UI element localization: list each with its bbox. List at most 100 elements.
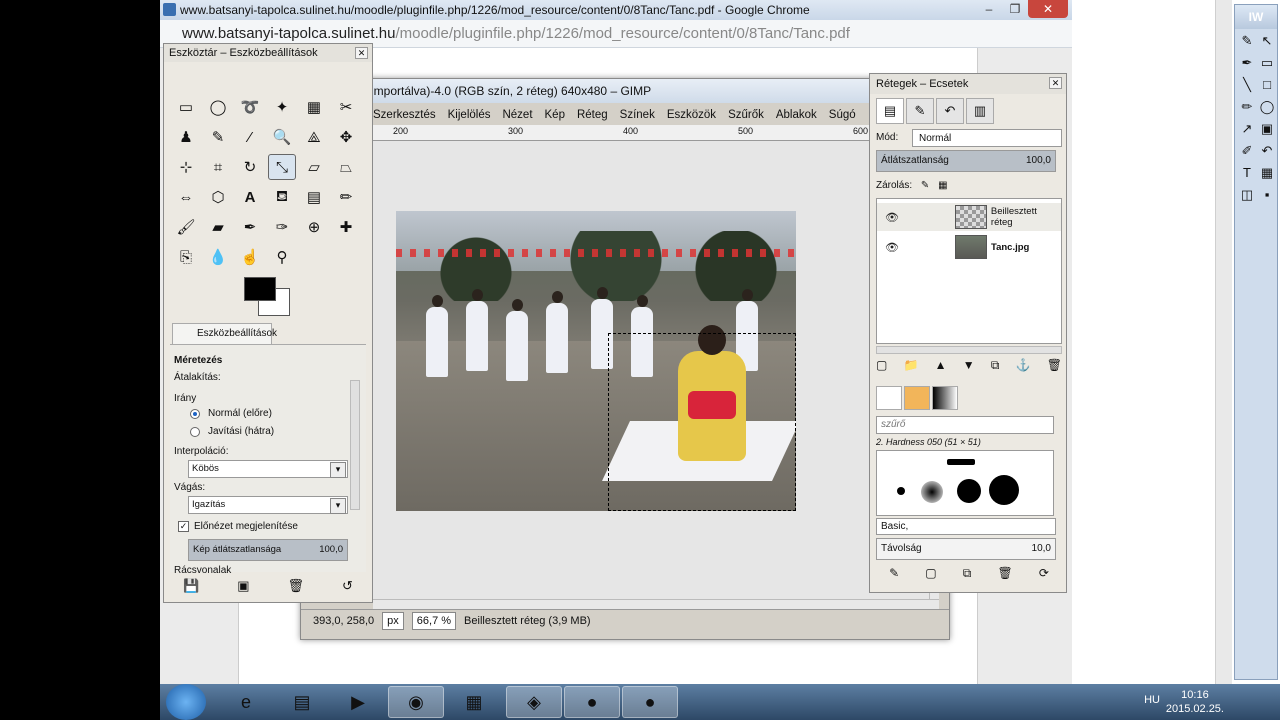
show-preview-checkbox[interactable]: ✓ [178, 521, 189, 532]
gradients-tab-icon[interactable] [932, 386, 958, 410]
ellipse-select-icon[interactable]: ◯ [204, 94, 232, 120]
pencil-icon[interactable]: ✏ [332, 184, 360, 210]
delete-layer-icon[interactable]: 🗑 [1047, 358, 1062, 378]
paths-icon[interactable]: ✎ [204, 124, 232, 150]
layer-row[interactable]: 👁 Beillesztett réteg [877, 203, 1061, 231]
gimp-menu-item[interactable]: Szűrők [728, 105, 764, 125]
visibility-eye-icon[interactable]: 👁 [885, 211, 903, 224]
reset-options-icon[interactable]: ↺ [342, 578, 353, 594]
undo-tab-icon[interactable]: ↶ [936, 98, 964, 124]
fill-icon[interactable]: ▣ [1257, 121, 1277, 143]
color-select-icon[interactable]: ▦ [300, 94, 328, 120]
mode-select[interactable]: Normál [912, 129, 1062, 147]
close-button[interactable]: ✕ [1028, 0, 1068, 18]
explorer-folder-icon[interactable]: ▤ [274, 686, 330, 718]
tool-options-scrollbar[interactable] [350, 380, 360, 510]
gimp-menu-item[interactable]: Ablakok [776, 105, 817, 125]
layer-row[interactable]: 👁 Tanc.jpg [877, 233, 1061, 261]
grid-icon[interactable]: ▦ [1257, 165, 1277, 187]
zoom-icon[interactable]: 🔍 [268, 124, 296, 150]
lasso-icon[interactable]: ➰ [236, 94, 264, 120]
gimp-menu-item[interactable]: Kijelölés [448, 105, 491, 125]
gimp-taskbar-icon[interactable]: ◈ [506, 686, 562, 718]
unit-select[interactable]: px [382, 611, 404, 630]
language-indicator[interactable]: HU [1144, 694, 1160, 706]
start-button[interactable] [166, 684, 206, 720]
visibility-eye-icon[interactable]: 👁 [885, 241, 903, 254]
raise-layer-icon[interactable]: ▲ [935, 358, 947, 378]
rect-select-icon[interactable]: ▭ [172, 94, 200, 120]
layers-tab-icon[interactable]: ▤ [876, 98, 904, 124]
interwrite-taskbar-icon[interactable]: ● [564, 686, 620, 718]
blend-icon[interactable]: ▤ [300, 184, 328, 210]
delete-brush-icon[interactable]: 🗑 [997, 566, 1012, 586]
rectangle-icon[interactable]: ▭ [1257, 55, 1277, 77]
interwrite-pen-taskbar-icon[interactable]: ● [622, 686, 678, 718]
anchor-layer-icon[interactable]: ⚓ [1016, 358, 1031, 378]
shear-icon[interactable]: ▱ [300, 154, 328, 180]
new-group-icon[interactable]: 📁 [904, 358, 919, 378]
internet-explorer-icon[interactable]: e [218, 686, 274, 718]
edit-brush-icon[interactable]: ✎ [889, 566, 899, 586]
perspective-icon[interactable]: ⏢ [332, 154, 360, 180]
brush-set-select[interactable]: Basic, [876, 518, 1056, 535]
blur-icon[interactable]: 💧 [204, 244, 232, 270]
ink-icon[interactable]: ✑ [268, 214, 296, 240]
close-icon[interactable]: ✕ [355, 47, 368, 59]
airbrush-icon[interactable]: ✒ [236, 214, 264, 240]
duplicate-brush-icon[interactable]: ⧉ [963, 566, 972, 586]
cage-icon[interactable]: ⬡ [204, 184, 232, 210]
gimp-menu-item[interactable]: Nézet [502, 105, 532, 125]
lock-pixels-icon[interactable]: ✎ [921, 180, 929, 191]
minimize-button[interactable]: – [976, 0, 1002, 18]
brush-spacing-slider[interactable]: Távolság 10,0 [876, 538, 1056, 560]
restore-options-icon[interactable]: ▣ [237, 578, 249, 594]
pen-icon[interactable]: ✎ [1237, 33, 1257, 55]
gimp-menu-item[interactable]: Szerkesztés [373, 105, 436, 125]
paths-tab-icon[interactable]: ✎ [906, 98, 934, 124]
close-icon[interactable]: ✕ [1049, 77, 1062, 89]
lock-alpha-icon[interactable]: ▦ [938, 180, 947, 191]
media-player-icon[interactable]: ▶ [330, 686, 386, 718]
interpolation-select[interactable]: Köbös [188, 460, 348, 478]
save-icon[interactable]: ▪ [1257, 187, 1277, 209]
flip-icon[interactable]: ⇔ [172, 184, 200, 210]
horizontal-scrollbar[interactable] [373, 599, 939, 609]
clipping-select[interactable]: Igazítás [188, 496, 348, 514]
paintbrush-icon[interactable]: 🖌 [172, 214, 200, 240]
clone-icon[interactable]: ⊕ [300, 214, 328, 240]
color-picker-icon[interactable]: ⁄ [236, 124, 264, 150]
duplicate-layer-icon[interactable]: ⧉ [991, 358, 1000, 378]
layer-list-scrollbar[interactable] [876, 346, 1062, 354]
heal-icon[interactable]: ✚ [332, 214, 360, 240]
refresh-brushes-icon[interactable]: ⟳ [1039, 566, 1049, 586]
measure-icon[interactable]: ⟁ [300, 124, 328, 150]
gimp-menu-item[interactable]: Réteg [577, 105, 608, 125]
move-icon[interactable]: ✥ [332, 124, 360, 150]
image-opacity-slider[interactable]: Kép átlátszatlansága 100,0 [188, 539, 348, 561]
brush-filter-select[interactable]: szűrő [876, 416, 1054, 434]
save-options-icon[interactable]: 💾 [183, 578, 199, 594]
page-scrollbar[interactable] [1215, 0, 1232, 684]
eraser-icon[interactable]: ✐ [1237, 143, 1257, 165]
undo-icon[interactable]: ↶ [1257, 143, 1277, 165]
gimp-menu-item[interactable]: Kép [545, 105, 565, 125]
highlighter-icon[interactable]: ✏ [1237, 99, 1257, 121]
new-brush-icon[interactable]: ▢ [925, 566, 936, 586]
new-layer-icon[interactable]: ▢ [876, 358, 887, 378]
lower-layer-icon[interactable]: ▼ [963, 358, 975, 378]
gimp-menu-item[interactable]: Eszközök [667, 105, 716, 125]
smudge-icon[interactable]: ☝ [236, 244, 264, 270]
channels-tab-icon[interactable]: ▥ [966, 98, 994, 124]
gimp-menu-item[interactable]: Színek [620, 105, 655, 125]
align-icon[interactable]: ⊹ [172, 154, 200, 180]
layer-opacity-slider[interactable]: Átlátszatlanság 100,0 [876, 150, 1056, 172]
eraser-icon[interactable]: ▰ [204, 214, 232, 240]
gimp-menu-item[interactable]: Súgó [829, 105, 856, 125]
pasted-layer-boundary[interactable] [608, 333, 796, 511]
bucket-fill-icon[interactable]: ⛾ [268, 184, 296, 210]
cursor-icon[interactable]: ↖ [1257, 33, 1277, 55]
foreground-select-icon[interactable]: ♟ [172, 124, 200, 150]
brush-grid[interactable] [876, 450, 1054, 516]
foreground-color-swatch[interactable] [244, 277, 276, 301]
